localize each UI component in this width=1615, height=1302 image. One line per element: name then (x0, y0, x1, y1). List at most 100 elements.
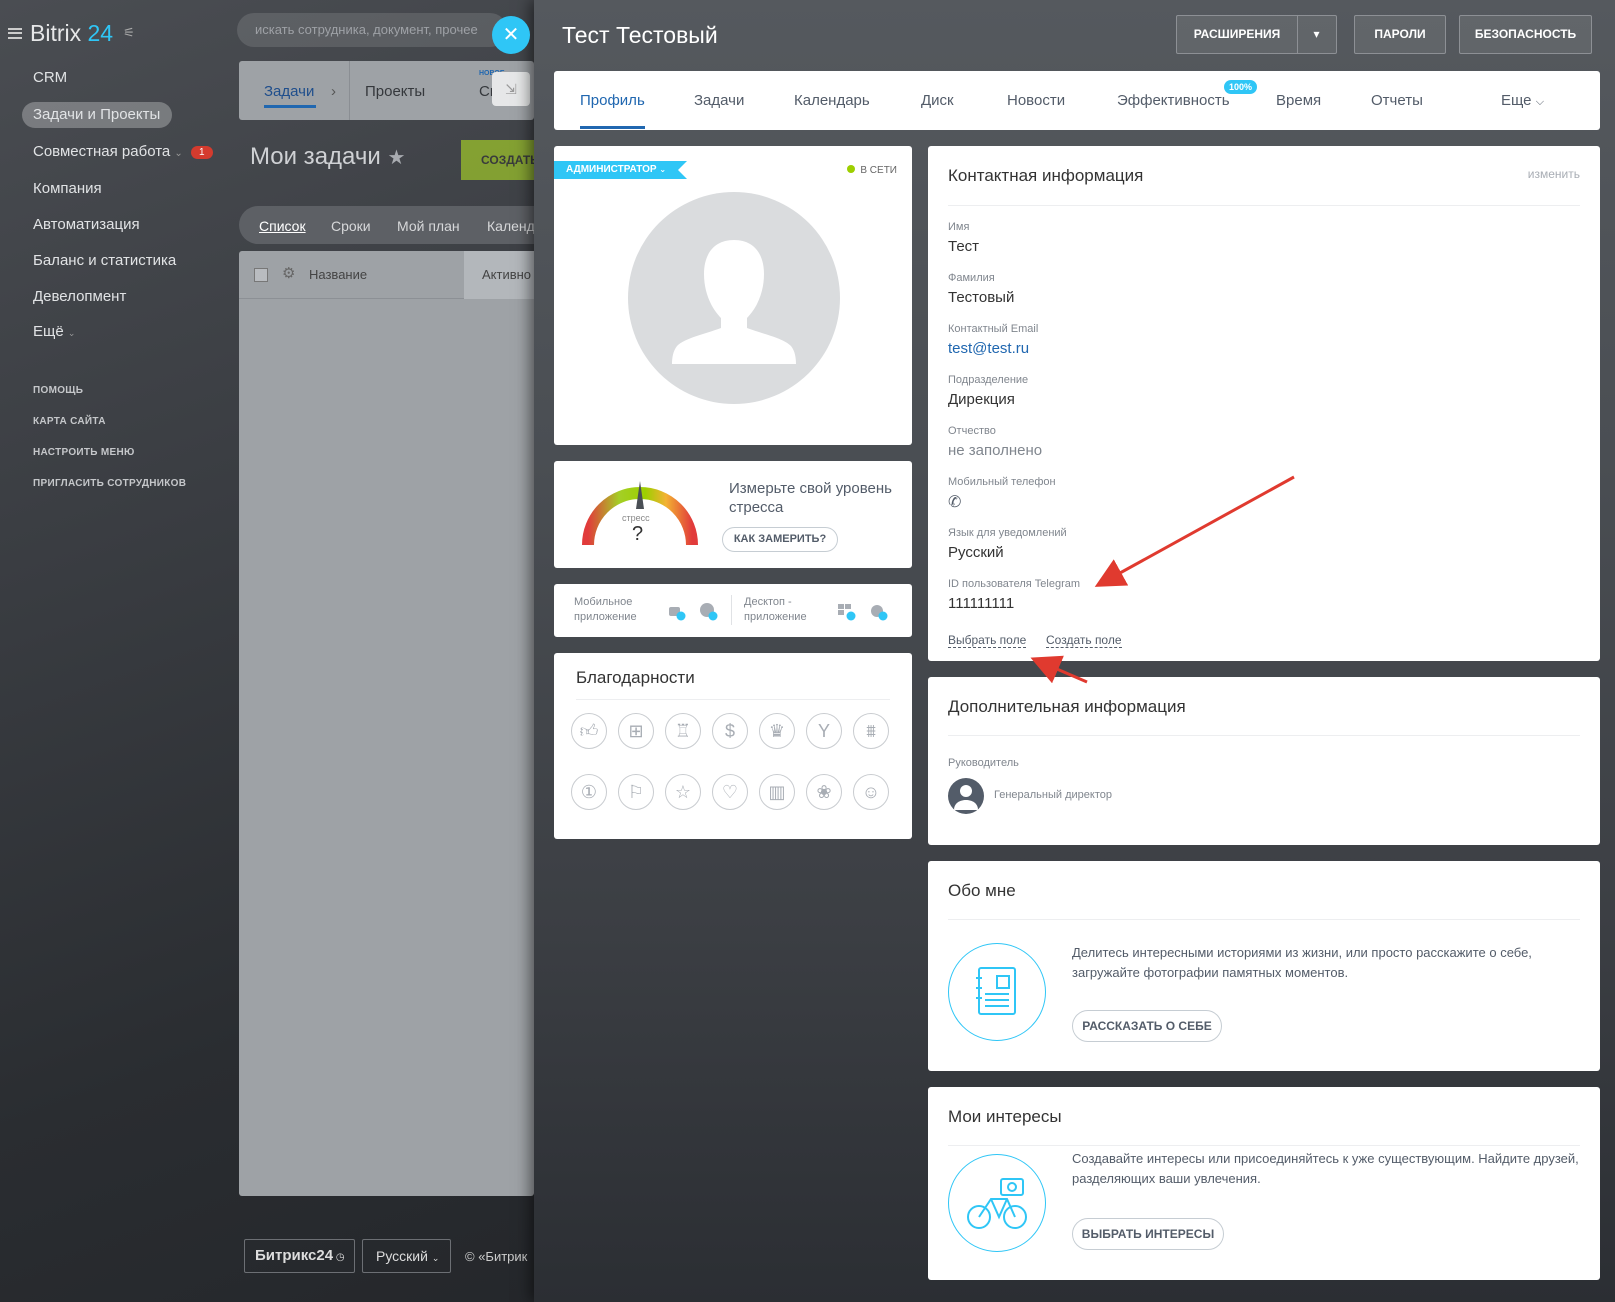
manager-avatar[interactable] (948, 778, 984, 814)
create-button[interactable]: СОЗДАТЬ (461, 140, 541, 180)
flower-icon[interactable]: ❀ (806, 774, 842, 810)
tab-news[interactable]: Новости (1007, 92, 1065, 109)
tab-more[interactable]: Еще ⌵ (1501, 92, 1544, 109)
tab-divider (349, 61, 350, 120)
field-value-telegram-id: 111111111 (948, 595, 1015, 612)
how-to-measure-button[interactable]: КАК ЗАМЕРИТЬ? (722, 527, 838, 552)
grid-header: ⚙ Название Активно (239, 251, 534, 299)
appstore-icon[interactable] (698, 601, 718, 621)
phone-icon[interactable]: ✆ (948, 492, 961, 512)
user-silhouette-icon (954, 785, 978, 810)
sidebar-item-crm[interactable]: CRM (33, 69, 67, 86)
beer-icon[interactable]: ▥ (759, 774, 795, 810)
gear-icon[interactable]: ⚙ (282, 264, 295, 282)
select-field-link[interactable]: Выбрать поле (948, 633, 1027, 648)
contact-title: Контактная информация (948, 166, 1144, 185)
column-active[interactable]: Активно (482, 267, 531, 282)
sidebar-link-help[interactable]: ПОМОЩЬ (33, 385, 83, 396)
tab-tasks[interactable]: Задачи (264, 83, 314, 100)
field-label: Имя (948, 221, 970, 233)
flag-icon[interactable]: ⚐ (618, 774, 654, 810)
manager-label: Руководитель (948, 757, 1019, 769)
divider (948, 919, 1580, 920)
sidebar-item-tasks[interactable]: Задачи и Проекты (33, 106, 160, 123)
about-title: Обо мне (948, 881, 1016, 900)
view-deadlines[interactable]: Сроки (331, 218, 371, 234)
menu-burger-icon[interactable] (8, 27, 22, 39)
windows-icon[interactable] (836, 601, 856, 621)
sidebar-item-automation[interactable]: Автоматизация (33, 216, 140, 233)
star-icon[interactable]: ★ (387, 147, 405, 169)
desktop-app-label: Десктоп - приложение (744, 596, 807, 623)
view-list[interactable]: Список (259, 218, 306, 234)
language-select[interactable]: Русский ⌄ (362, 1239, 451, 1273)
view-calendar[interactable]: Календ (487, 218, 535, 234)
tab-tasks[interactable]: Задачи (694, 92, 744, 109)
heart-icon[interactable]: ♡ (712, 774, 748, 810)
interests-title: Мои интересы (948, 1107, 1062, 1126)
mobile-app-label: Мобильное приложение (574, 596, 637, 623)
sidebar-link-sitemap[interactable]: КАРТА САЙТА (33, 416, 106, 427)
select-all-checkbox[interactable] (254, 268, 268, 282)
profile-tabs: Профиль Задачи Календарь Диск Новости Эф… (554, 71, 1600, 130)
close-slider-button[interactable]: ✕ (492, 16, 530, 54)
create-field-link[interactable]: Создать поле (1046, 633, 1122, 648)
number-one-icon[interactable]: ① (571, 774, 607, 810)
manager-name[interactable]: Генеральный директор (994, 789, 1112, 801)
sidebar-item-collab[interactable]: Совместная работа ⌄ 1 (33, 143, 213, 160)
tab-time[interactable]: Время (1276, 92, 1321, 109)
view-my-plan[interactable]: Мой план (397, 218, 460, 234)
sidebar-item-balance[interactable]: Баланс и статистика (33, 252, 176, 269)
role-badge[interactable]: АДМИНИСТРАТОР ⌄ (554, 161, 688, 179)
collapse-arrow-icon[interactable]: ⇲ (492, 72, 530, 106)
crown-icon[interactable]: ♛ (759, 713, 795, 749)
additional-info-card: Дополнительная информация Руководитель Г… (928, 677, 1600, 845)
choose-interests-button[interactable]: ВЫБРАТЬ ИНТЕРЕСЫ (1072, 1218, 1224, 1250)
trophy-icon[interactable]: ♖ (665, 713, 701, 749)
sidebar-item-company[interactable]: Компания (33, 180, 102, 197)
field-value-department: Дирекция (948, 391, 1015, 408)
tab-disk[interactable]: Диск (921, 92, 954, 109)
tell-about-button[interactable]: РАССКАЗАТЬ О СЕБЕ (1072, 1010, 1222, 1042)
extensions-button[interactable]: РАСШИРЕНИЯ ▾ (1176, 15, 1337, 54)
thumbs-up-icon[interactable]: 👍︎ (571, 713, 607, 749)
about-text: Делитесь интересными историями из жизни,… (1072, 945, 1532, 980)
left-sidebar: Bitrix 24 ⚟ CRM Задачи и Проекты Совмест… (0, 0, 232, 1302)
sidebar-link-menu-settings[interactable]: НАСТРОИТЬ МЕНЮ (33, 447, 135, 458)
footer-logo[interactable]: Битрикс24 ◷ (244, 1239, 355, 1273)
tab-projects[interactable]: Проекты (365, 83, 425, 100)
sidebar-link-invite[interactable]: ПРИГЛАСИТЬ СОТРУДНИКОВ (33, 478, 186, 489)
gift-icon[interactable]: ⊞ (618, 713, 654, 749)
tab-profile[interactable]: Профиль (580, 92, 645, 109)
user-avatar[interactable] (628, 192, 840, 404)
gauge-value: ? (632, 523, 644, 545)
photo-card: АДМИНИСТРАТОР ⌄ В СЕТИ (554, 146, 912, 445)
apps-card: Мобильное приложение Десктоп - приложени… (554, 584, 912, 637)
cocktail-icon[interactable]: Y (806, 713, 842, 749)
logo[interactable]: Bitrix 24 ⚟ (8, 18, 135, 48)
security-button[interactable]: БЕЗОПАСНОСТЬ (1459, 15, 1592, 54)
sidebar-item-more[interactable]: Ещё ⌄ (33, 323, 75, 340)
android-icon[interactable] (666, 601, 686, 621)
money-bag-icon[interactable]: $ (712, 713, 748, 749)
smile-icon[interactable]: ☺ (853, 774, 889, 810)
field-label: Фамилия (948, 272, 995, 284)
tab-efficiency[interactable]: Эффективность (1117, 92, 1230, 109)
sidebar-item-development[interactable]: Девелопмент (33, 288, 126, 305)
edit-link[interactable]: изменить (1528, 167, 1580, 181)
cake-icon[interactable]: ⩩ (853, 713, 889, 749)
tab-reports[interactable]: Отчеты (1371, 92, 1423, 109)
passwords-button[interactable]: ПАРОЛИ (1354, 15, 1446, 54)
chevron-down-icon: ⌵ (1535, 96, 1545, 108)
field-label: Язык для уведомлений (948, 527, 1067, 539)
search-input[interactable]: искать сотрудника, документ, прочее (237, 13, 507, 47)
field-value-email[interactable]: test@test.ru (948, 340, 1029, 357)
sidebar-item-label: Совместная работа (33, 143, 171, 160)
apple-icon[interactable] (868, 601, 888, 621)
tab-calendar[interactable]: Календарь (794, 92, 870, 109)
divider (948, 205, 1580, 206)
settings-sliders-icon[interactable]: ⚟ (123, 25, 135, 41)
column-name[interactable]: Название (309, 267, 367, 282)
divider (948, 1145, 1580, 1146)
star-icon[interactable]: ☆ (665, 774, 701, 810)
